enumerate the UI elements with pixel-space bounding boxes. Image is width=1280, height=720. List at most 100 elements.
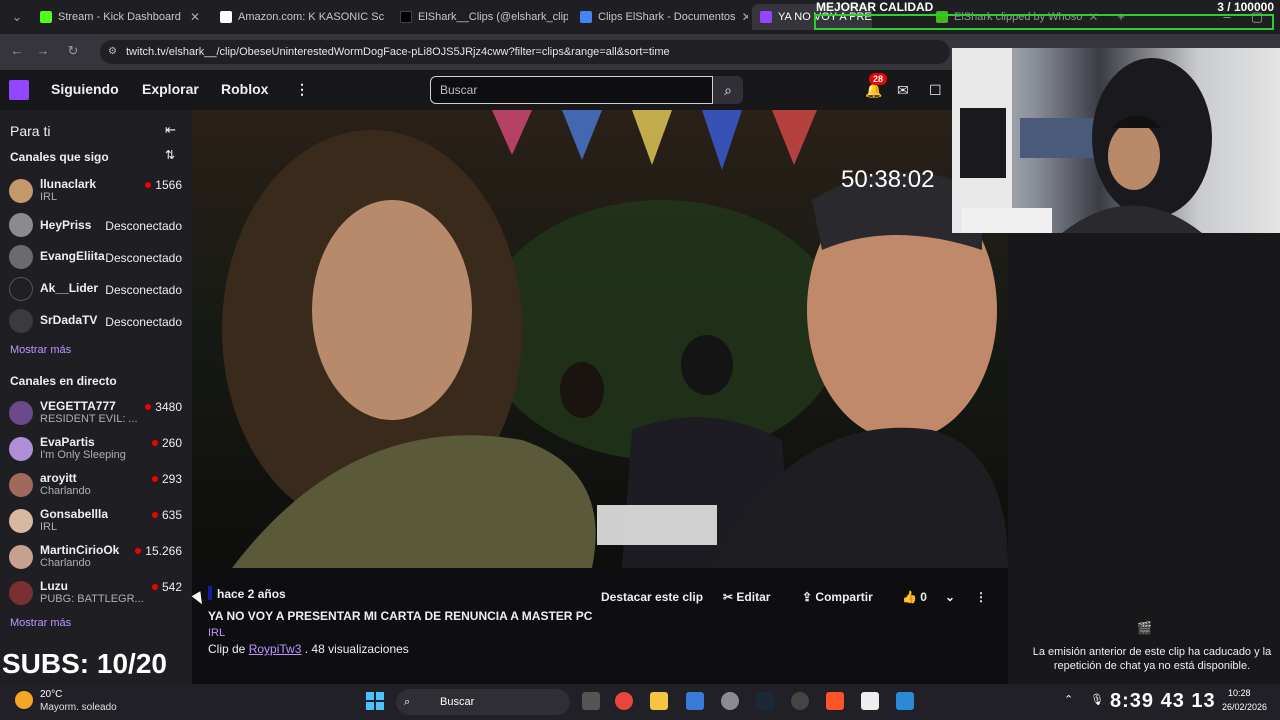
subs-goal-overlay: SUBS: 10/20 bbox=[2, 648, 167, 679]
for-you-header: Para ti bbox=[10, 123, 51, 139]
windows-taskbar: 20°C Mayorm. soleado ⌕ Buscar ⌃ 🎙 8:39 4… bbox=[0, 684, 1280, 720]
avatar bbox=[9, 437, 33, 461]
more-options-icon[interactable]: ⋮ bbox=[975, 590, 987, 606]
chat-panel: La emisión anterior de este clip ha cadu… bbox=[1008, 233, 1280, 684]
weather-desc: Mayorm. soleado bbox=[40, 702, 117, 713]
sidebar-channel[interactable]: MartinCirioOk Charlando 15.266 bbox=[8, 543, 188, 573]
followed-header: Canales que sigo bbox=[10, 150, 109, 164]
weather-sun-icon[interactable] bbox=[15, 691, 33, 709]
twitch-top-nav: Siguiendo Explorar Roblox ⋮ Buscar ⌕ 🔔 2… bbox=[0, 70, 952, 110]
sidebar: Para ti ⇤ Canales que sigo ⇅ llunaclark … bbox=[0, 110, 192, 684]
webcam-overlay bbox=[952, 48, 1280, 233]
site-info-icon[interactable]: ⚙ bbox=[108, 40, 117, 64]
browser-tab[interactable]: Amazon.com: K KASONIC Sc ✕ bbox=[212, 4, 388, 30]
goal-progress-bar bbox=[814, 14, 1274, 30]
tray-chevron-icon[interactable]: ⌃ bbox=[1064, 693, 1073, 706]
live-dot-icon bbox=[145, 404, 152, 410]
sidebar-channel[interactable]: Ak__Lider Desconectado bbox=[8, 275, 188, 305]
forward-icon[interactable]: → bbox=[34, 42, 52, 60]
microphone-icon[interactable]: 🎙 bbox=[1090, 693, 1104, 706]
more-options-icon[interactable]: ⋮ bbox=[295, 81, 309, 98]
app-icon[interactable] bbox=[791, 692, 809, 710]
search-input[interactable]: Buscar bbox=[430, 76, 713, 104]
sidebar-channel[interactable]: EvangEliita Desconectado bbox=[8, 243, 188, 273]
clipper-link[interactable]: RoypiTw3 bbox=[249, 642, 302, 656]
nav-explore[interactable]: Explorar bbox=[142, 81, 199, 97]
back-icon[interactable]: ← bbox=[8, 42, 26, 60]
system-date[interactable]: 26/02/2026 bbox=[1222, 702, 1267, 712]
search-icon: ⌕ bbox=[404, 696, 411, 708]
thumbs-up-icon: 👍 bbox=[902, 590, 917, 604]
avatar bbox=[9, 509, 33, 533]
sidebar-channel[interactable]: SrDadaTV Desconectado bbox=[8, 307, 188, 337]
avatar bbox=[9, 213, 33, 237]
tiktok-favicon-icon bbox=[400, 11, 412, 23]
show-more-live[interactable]: Mostrar más bbox=[10, 617, 71, 629]
live-channels-header: Canales en directo bbox=[10, 374, 117, 388]
browser-tab[interactable]: Clips ElShark - Documentos ✕ bbox=[572, 4, 748, 30]
sidebar-channel[interactable]: Luzu PUBG: BATTLEGR... 542 bbox=[8, 579, 188, 609]
live-dot-icon bbox=[151, 476, 158, 482]
amazon-favicon-icon bbox=[220, 11, 232, 23]
chevron-down-icon[interactable]: ⌄ bbox=[945, 590, 955, 606]
chrome-icon[interactable] bbox=[615, 692, 633, 710]
taskbar-search[interactable]: ⌕ Buscar bbox=[396, 689, 570, 715]
feature-clip-button[interactable]: Destacar este clip bbox=[601, 590, 703, 606]
edit-button[interactable]: ✂ Editar bbox=[723, 590, 770, 606]
sidebar-channel[interactable]: aroyitt Charlando 293 bbox=[8, 471, 188, 501]
sidebar-channel[interactable]: llunaclark IRL 1566 bbox=[8, 177, 188, 207]
stream-timer-overlay: 50:38:02 bbox=[841, 166, 935, 193]
share-button[interactable]: ⇪ Compartir bbox=[802, 590, 873, 606]
windows-start-icon[interactable] bbox=[366, 692, 384, 710]
inbox-icon[interactable]: ✉ bbox=[897, 82, 909, 99]
clip-category-link[interactable]: IRL bbox=[208, 627, 225, 639]
browser-tab[interactable]: ElShark__Clips (@elshark_clip ✕ bbox=[392, 4, 568, 30]
channel-avatar-edge bbox=[208, 586, 212, 600]
twitch-favicon-icon bbox=[760, 11, 772, 23]
search-icon[interactable]: ⌕ bbox=[713, 76, 743, 104]
whispers-icon[interactable]: ☐ bbox=[929, 82, 942, 99]
sidebar-channel[interactable]: HeyPriss Desconectado bbox=[8, 211, 188, 241]
nav-following[interactable]: Siguiendo bbox=[51, 81, 119, 97]
file-explorer-icon[interactable] bbox=[650, 692, 668, 710]
like-button[interactable]: 👍 0 bbox=[902, 590, 927, 606]
clip-title: YA NO VOY A PRESENTAR MI CARTA DE RENUNC… bbox=[208, 609, 593, 623]
live-dot-icon bbox=[151, 584, 158, 590]
clock-overlay-big: 8:39 43 13 bbox=[1110, 690, 1216, 712]
docs-favicon-icon bbox=[580, 11, 592, 23]
kick-favicon-icon bbox=[40, 11, 52, 23]
chat-unavailable-message: La emisión anterior de este clip ha cadu… bbox=[1032, 646, 1272, 672]
reload-icon[interactable]: ↻ bbox=[64, 42, 82, 60]
url-bar[interactable]: ⚙ twitch.tv/elshark__/clip/ObeseUnintere… bbox=[100, 40, 950, 64]
tab-close-icon[interactable]: ✕ bbox=[190, 10, 200, 24]
tab-list-chevron-icon[interactable]: ⌄ bbox=[8, 8, 26, 26]
app-icon[interactable] bbox=[861, 692, 879, 710]
app-icon[interactable] bbox=[896, 692, 914, 710]
sidebar-channel[interactable]: EvaPartis I'm Only Sleeping 260 bbox=[8, 435, 188, 465]
nav-game[interactable]: Roblox bbox=[221, 81, 268, 97]
notification-badge: 28 bbox=[869, 73, 888, 85]
settings-gear-icon[interactable] bbox=[721, 692, 739, 710]
clip-age: hace 2 años bbox=[217, 587, 286, 601]
scissors-icon: ✂ bbox=[723, 590, 734, 604]
brave-icon[interactable] bbox=[826, 692, 844, 710]
sort-icon[interactable]: ⇅ bbox=[165, 148, 175, 162]
twitch-logo-icon[interactable] bbox=[9, 80, 29, 100]
browser-tab[interactable]: Stream - Kick Dashboard ✕ bbox=[32, 4, 208, 30]
tab-close-icon[interactable]: ✕ bbox=[742, 10, 748, 24]
sidebar-channel[interactable]: Gonsabellla IRL 635 bbox=[8, 507, 188, 537]
live-dot-icon bbox=[145, 182, 152, 188]
collapse-sidebar-icon[interactable]: ⇤ bbox=[165, 122, 176, 138]
sidebar-channel[interactable]: VEGETTA777 RESIDENT EVIL: ... 3480 bbox=[8, 399, 188, 429]
task-view-icon[interactable] bbox=[582, 692, 600, 710]
app-icon[interactable] bbox=[686, 692, 704, 710]
show-more-followed[interactable]: Mostrar más bbox=[10, 344, 71, 356]
quality-overlay-label: MEJORAR CALIDAD bbox=[816, 0, 934, 14]
live-dot-icon bbox=[135, 548, 142, 554]
system-time[interactable]: 10:28 bbox=[1228, 688, 1251, 698]
steam-icon[interactable] bbox=[756, 692, 774, 710]
avatar bbox=[9, 401, 33, 425]
avatar bbox=[9, 245, 33, 269]
browser-tab-strip: ⌄ Stream - Kick Dashboard ✕ Amazon.com: … bbox=[0, 0, 1280, 34]
webcam-frame bbox=[952, 48, 1212, 233]
